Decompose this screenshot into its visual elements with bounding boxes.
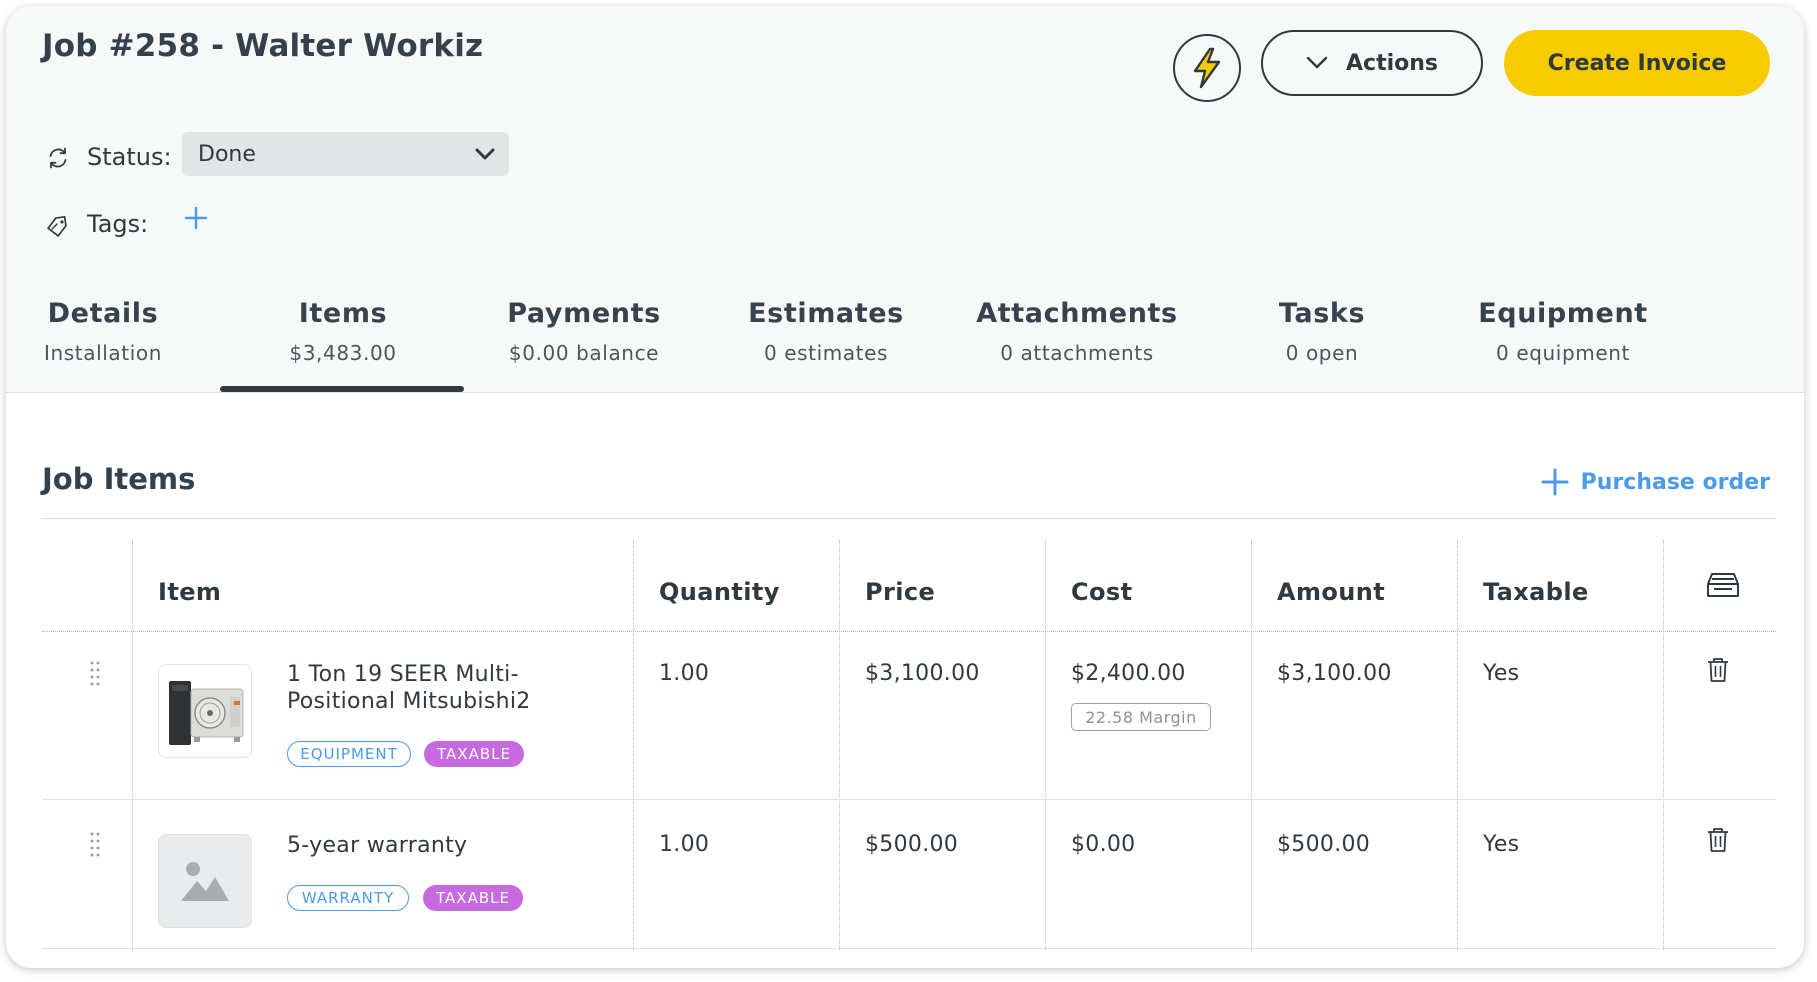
archive-icon[interactable] (1706, 572, 1740, 598)
cost-cell[interactable]: $2,400.00 (1071, 661, 1186, 686)
quantity-cell[interactable]: 1.00 (659, 661, 709, 686)
equipment-badge: EQUIPMENT (287, 741, 411, 767)
item-thumbnail (158, 834, 252, 928)
taxable-badge: TAXABLE (424, 741, 524, 767)
purchase-order-label: Purchase order (1580, 469, 1770, 495)
column-divider (1251, 540, 1252, 950)
tab-items[interactable]: Items $3,483.00 (223, 298, 463, 365)
tab-label: Estimates (748, 298, 904, 329)
tag-icon (46, 214, 70, 238)
row-divider (42, 631, 1776, 632)
tab-sub: 0 equipment (1496, 341, 1630, 365)
row-divider (42, 799, 1776, 800)
section-divider (42, 518, 1776, 519)
actions-label: Actions (1346, 50, 1438, 76)
tab-details[interactable]: Details Installation (6, 298, 223, 365)
tab-payments[interactable]: Payments $0.00 balance (464, 298, 704, 365)
actions-button[interactable]: Actions (1261, 30, 1483, 96)
automation-button[interactable] (1173, 34, 1241, 102)
tab-label: Payments (507, 298, 661, 329)
tab-label: Items (298, 298, 388, 329)
price-cell[interactable]: $500.00 (865, 832, 958, 857)
item-name[interactable]: 5-year warranty (287, 832, 587, 859)
tab-estimates[interactable]: Estimates 0 estimates (706, 298, 946, 365)
tags-label: Tags: (87, 210, 149, 238)
trash-icon[interactable] (1706, 827, 1730, 853)
drag-handle-icon[interactable] (88, 831, 102, 857)
image-placeholder-icon (181, 862, 229, 901)
status-select[interactable]: Done (182, 132, 509, 176)
tab-sub: 0 open (1285, 341, 1359, 365)
trash-icon[interactable] (1706, 657, 1730, 683)
tab-equipment[interactable]: Equipment 0 equipment (1443, 298, 1683, 365)
purchase-order-button[interactable]: Purchase order (1541, 468, 1770, 496)
tab-sub: 0 attachments (1000, 341, 1154, 365)
tab-sub: Installation (44, 341, 162, 365)
row-divider (42, 948, 1776, 949)
section-title: Job Items (42, 462, 196, 496)
plus-icon (184, 206, 208, 230)
tab-tasks[interactable]: Tasks 0 open (1202, 298, 1442, 365)
price-cell[interactable]: $3,100.00 (865, 661, 980, 686)
column-header-cost: Cost (1071, 578, 1133, 606)
amount-cell: $500.00 (1277, 832, 1371, 857)
column-divider (1045, 540, 1046, 950)
column-header-price: Price (865, 578, 936, 606)
column-divider (132, 540, 133, 950)
active-tab-indicator (220, 386, 464, 392)
chevron-down-icon (1306, 56, 1328, 69)
tab-sub: 0 estimates (763, 341, 889, 365)
lightning-bolt-icon (1193, 47, 1221, 89)
amount-cell: $3,100.00 (1277, 661, 1392, 686)
tab-sub: $0.00 balance (508, 341, 660, 365)
job-header: Job #258 - Walter Workiz Actions Create … (6, 6, 1804, 393)
taxable-badge: TAXABLE (423, 885, 523, 911)
refresh-icon (46, 146, 70, 170)
job-title: Job #258 - Walter Workiz (42, 28, 484, 64)
item-name[interactable]: 1 Ton 19 SEER Multi-Positional Mitsubish… (287, 661, 587, 715)
column-header-item: Item (158, 578, 222, 606)
column-divider (633, 540, 634, 950)
column-header-quantity: Quantity (659, 578, 780, 606)
drag-handle-icon[interactable] (88, 660, 102, 686)
tab-attachments[interactable]: Attachments 0 attachments (957, 298, 1197, 365)
status-value: Done (198, 141, 256, 167)
tab-label: Equipment (1478, 298, 1648, 329)
chevron-down-icon (475, 148, 495, 160)
taxable-cell[interactable]: Yes (1483, 661, 1519, 686)
column-divider (1457, 540, 1458, 950)
job-card: Job #258 - Walter Workiz Actions Create … (6, 6, 1804, 968)
tab-sub: $3,483.00 (289, 341, 397, 365)
hvac-unit-icon (169, 681, 244, 745)
tab-label: Tasks (1278, 298, 1366, 329)
status-label: Status: (87, 143, 172, 171)
column-divider (1663, 540, 1664, 950)
cost-cell[interactable]: $0.00 (1071, 832, 1135, 857)
add-tag-button[interactable] (182, 204, 210, 232)
tab-label: Attachments (976, 298, 1178, 329)
taxable-cell[interactable]: Yes (1483, 832, 1519, 857)
create-invoice-button[interactable]: Create Invoice (1504, 30, 1770, 96)
item-thumbnail (158, 664, 252, 758)
quantity-cell[interactable]: 1.00 (659, 832, 709, 857)
column-header-taxable: Taxable (1483, 578, 1589, 606)
column-divider (839, 540, 840, 950)
column-header-amount: Amount (1277, 578, 1386, 606)
warranty-badge: WARRANTY (287, 885, 409, 911)
margin-badge: 22.58 Margin (1071, 703, 1211, 731)
plus-icon (1541, 468, 1569, 496)
tab-label: Details (47, 298, 159, 329)
